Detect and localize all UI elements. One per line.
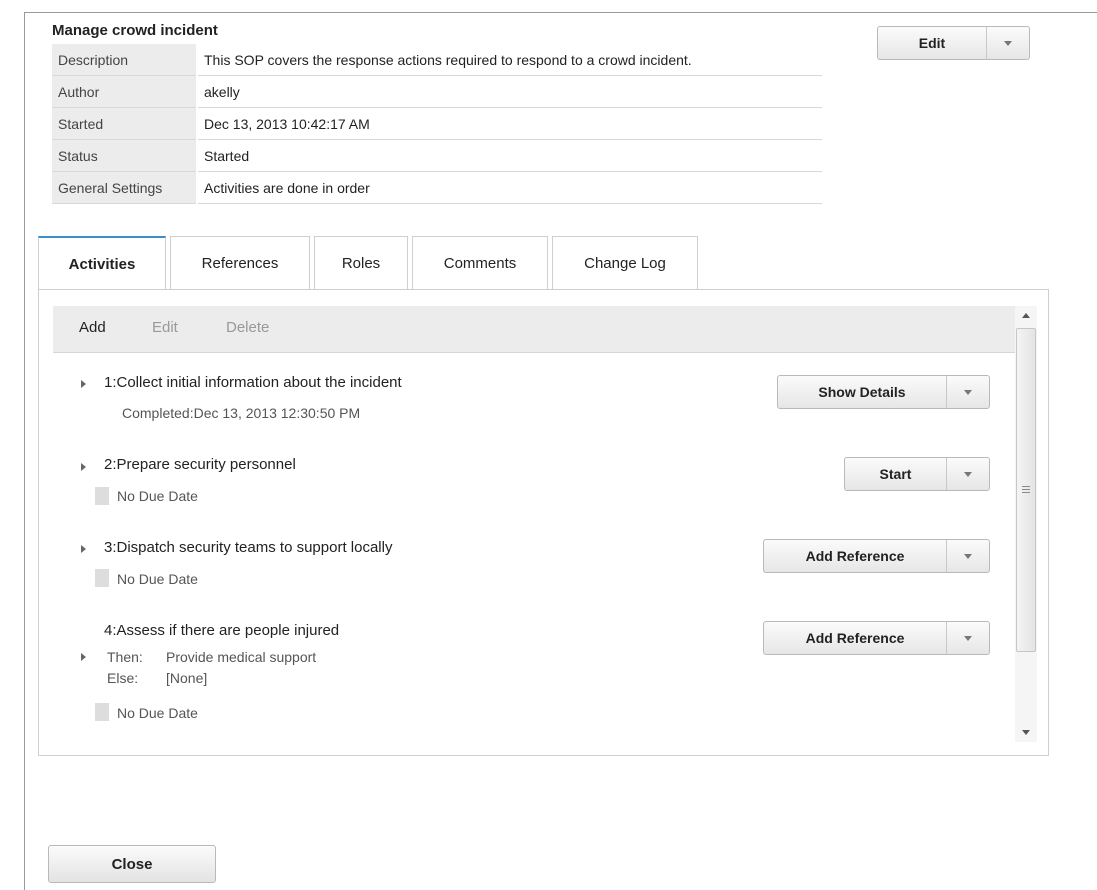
add-reference-button[interactable]: Add Reference: [764, 622, 946, 654]
activity-title: 3:Dispatch security teams to support loc…: [104, 539, 393, 556]
expand-arrow-icon[interactable]: [81, 653, 86, 661]
activity-title: 2:Prepare security personnel: [104, 456, 296, 473]
property-value: This SOP covers the response actions req…: [197, 44, 822, 76]
tab-roles[interactable]: Roles: [314, 236, 408, 289]
activity-1-menu-toggle[interactable]: [946, 376, 989, 408]
property-row: Author akelly: [52, 75, 822, 108]
sop-properties-table: Description This SOP covers the response…: [52, 44, 822, 204]
activity-2-menu-toggle[interactable]: [946, 458, 989, 490]
property-value: Activities are done in order: [197, 171, 822, 204]
property-value: Dec 13, 2013 10:42:17 AM: [197, 107, 822, 140]
property-value: Started: [197, 139, 822, 172]
dialog-left-border: [24, 12, 25, 890]
due-date-text: No Due Date: [117, 571, 198, 587]
activity-completed-status: Completed:Dec 13, 2013 12:30:50 PM: [122, 405, 361, 421]
expand-arrow-icon[interactable]: [81, 463, 86, 471]
else-label: Else:: [107, 670, 139, 686]
due-date-text: No Due Date: [117, 705, 198, 721]
expand-arrow-icon[interactable]: [81, 545, 86, 553]
property-key: Author: [52, 75, 198, 108]
add-reference-button[interactable]: Add Reference: [764, 540, 946, 572]
property-key: General Settings: [52, 171, 198, 204]
due-date-indicator: [95, 703, 109, 721]
activity-3-menu-toggle[interactable]: [946, 540, 989, 572]
activity-title: 4:Assess if there are people injured: [104, 622, 340, 639]
chevron-down-icon: [964, 553, 972, 559]
tab-activities[interactable]: Activities: [38, 236, 166, 290]
expand-arrow-icon[interactable]: [81, 380, 86, 388]
else-value: [None]: [166, 670, 208, 686]
due-date-indicator: [95, 569, 109, 587]
activity-4-menu-toggle[interactable]: [946, 622, 989, 654]
start-button[interactable]: Start: [845, 458, 946, 490]
chevron-down-icon: [964, 471, 972, 477]
activity-1-split-button: Show Details: [777, 375, 990, 409]
activities-toolbar: Add Edit Delete: [53, 306, 1015, 353]
activity-4-split-button: Add Reference: [763, 621, 990, 655]
edit-split-button: Edit: [877, 26, 1030, 60]
chevron-down-icon: [964, 635, 972, 641]
add-button[interactable]: Add: [79, 319, 106, 336]
then-value: Provide medical support: [166, 649, 317, 665]
edit-button[interactable]: Edit: [878, 27, 986, 59]
grip-line: [1022, 492, 1030, 493]
activity-2-split-button: Start: [844, 457, 990, 491]
property-value: akelly: [197, 75, 822, 108]
tab-references[interactable]: References: [170, 236, 310, 289]
activity-3-split-button: Add Reference: [763, 539, 990, 573]
show-details-button[interactable]: Show Details: [778, 376, 946, 408]
scroll-down-arrow-icon[interactable]: [1022, 730, 1030, 735]
property-row: General Settings Activities are done in …: [52, 171, 822, 204]
edit-activity-button[interactable]: Edit: [152, 319, 178, 336]
tab-comments[interactable]: Comments: [412, 236, 548, 289]
chevron-down-icon: [1004, 40, 1012, 46]
scroll-up-arrow-icon[interactable]: [1022, 313, 1030, 318]
tab-change-log[interactable]: Change Log: [552, 236, 698, 289]
property-key: Description: [52, 44, 198, 76]
property-key: Started: [52, 107, 198, 140]
grip-line: [1022, 486, 1030, 487]
property-key: Status: [52, 139, 198, 172]
grip-line: [1022, 489, 1030, 490]
property-row: Status Started: [52, 139, 822, 172]
scrollbar-thumb[interactable]: [1016, 328, 1036, 652]
sop-title: Manage crowd incident: [52, 22, 218, 39]
then-label: Then:: [107, 649, 143, 665]
due-date-indicator: [95, 487, 109, 505]
edit-menu-toggle[interactable]: [986, 27, 1029, 59]
property-row: Description This SOP covers the response…: [52, 44, 822, 76]
property-row: Started Dec 13, 2013 10:42:17 AM: [52, 107, 822, 140]
activity-title: 1:Collect initial information about the …: [104, 374, 402, 391]
dialog-top-border: [24, 12, 1097, 13]
close-button[interactable]: Close: [48, 845, 216, 883]
delete-button[interactable]: Delete: [226, 319, 269, 336]
due-date-text: No Due Date: [117, 488, 198, 504]
chevron-down-icon: [964, 389, 972, 395]
